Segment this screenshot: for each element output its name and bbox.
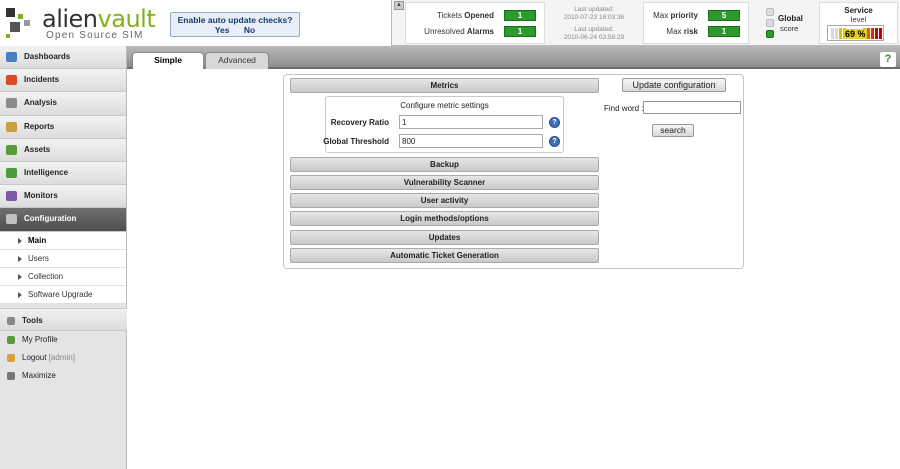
sidebar-subitem-collection[interactable]: Collection — [0, 267, 126, 287]
triangle-right-icon — [18, 255, 22, 262]
sidebar-subitem-software-upgrade[interactable]: Software Upgrade — [0, 286, 126, 305]
recovery-ratio-input[interactable] — [399, 115, 543, 129]
auto-update-no-link[interactable]: No — [244, 25, 255, 35]
sidebar-item-tools[interactable]: Tools — [0, 308, 127, 331]
tickets-box: Tickets Opened 1 Unresolved Alarms 1 — [405, 2, 545, 44]
sidebar-subitem-users[interactable]: Users — [0, 249, 126, 268]
sidebar-item-assets[interactable]: Assets — [0, 138, 126, 162]
sidebar-item-intelligence[interactable]: Intelligence — [0, 161, 126, 186]
header: alienvault Open Source SIM Enable auto u… — [0, 0, 900, 46]
find-word-label: Find word : — [604, 104, 644, 113]
section-updates[interactable]: Updates — [290, 230, 599, 245]
max-priority-value[interactable]: 5 — [708, 10, 740, 21]
maximize-link[interactable]: Maximize — [0, 367, 127, 385]
analysis-icon — [6, 98, 17, 109]
monitors-icon — [6, 191, 17, 202]
tab-advanced[interactable]: Advanced — [205, 52, 269, 69]
maximize-icon — [7, 372, 15, 380]
sidebar-item-dashboards[interactable]: Dashboards — [0, 46, 126, 70]
global-score-title: Global — [778, 14, 803, 23]
update-configuration-button[interactable]: Update configuration — [622, 78, 726, 92]
section-metrics[interactable]: Metrics — [290, 78, 599, 93]
sidebar-item-monitors[interactable]: Monitors — [0, 185, 126, 209]
unresolved-alarms-label: Unresolved Alarms — [424, 27, 494, 36]
intelligence-icon — [6, 167, 17, 178]
section-user-activity[interactable]: User activity — [290, 193, 599, 208]
section-backup[interactable]: Backup — [290, 157, 599, 172]
logo: alienvault Open Source SIM — [6, 5, 156, 41]
user-icon — [7, 336, 15, 344]
auto-update-question: Enable auto update checks? — [177, 15, 293, 25]
section-login-methods[interactable]: Login methods/options — [290, 211, 599, 226]
priority-box: Max priority 5 Max risk 1 — [643, 2, 749, 44]
last-updated-box: Last updated: 2010-07-23 16:03:36 Last u… — [547, 2, 641, 44]
sidebar: Dashboards Incidents Analysis Reports As… — [0, 46, 127, 469]
sidebar-subitem-main[interactable]: Main — [0, 231, 126, 250]
tab-simple[interactable]: Simple — [132, 52, 204, 69]
help-icon[interactable]: ? — [880, 52, 896, 67]
global-threshold-label: Global Threshold — [323, 137, 389, 146]
tools-icon — [7, 317, 15, 325]
help-question-icon[interactable]: ? — [549, 136, 560, 147]
auto-update-prompt: Enable auto update checks? Yes No — [170, 12, 300, 37]
alienvault-logo-mark — [6, 8, 40, 38]
help-question-icon[interactable]: ? — [549, 117, 560, 128]
find-word-input[interactable] — [643, 101, 741, 114]
tickets-opened-label: Tickets Opened — [436, 11, 494, 20]
tab-bar: Simple Advanced — [127, 46, 900, 69]
max-risk-value[interactable]: 1 — [708, 26, 740, 37]
last-updated-tickets: Last updated: 2010-07-23 16:03:36 — [563, 6, 625, 21]
assets-icon — [6, 144, 17, 155]
section-automatic-ticket-generation[interactable]: Automatic Ticket Generation — [290, 248, 599, 263]
recovery-ratio-label: Recovery Ratio — [330, 118, 389, 127]
triangle-right-icon — [18, 273, 22, 280]
logout-icon — [7, 354, 15, 362]
configuration-panel: Metrics Configure metric settings Recove… — [283, 74, 744, 269]
auto-update-yes-link[interactable]: Yes — [215, 25, 230, 35]
tickets-opened-value[interactable]: 1 — [504, 10, 536, 21]
incidents-icon — [6, 75, 17, 86]
metric-settings-caption: Configure metric settings — [400, 101, 489, 110]
logo-brand: alienvault — [42, 5, 156, 33]
service-level-percent: 69 % — [844, 29, 867, 39]
metric-settings-box: Configure metric settings Recovery Ratio… — [323, 96, 564, 153]
triangle-right-icon — [18, 292, 22, 299]
search-button[interactable]: search — [652, 124, 694, 137]
service-level-gauge: 69 % — [827, 25, 884, 41]
logo-subtitle: Open Source SIM — [46, 30, 144, 41]
section-vulnerability-scanner[interactable]: Vulnerability Scanner — [290, 175, 599, 190]
sidebar-item-configuration[interactable]: Configuration — [0, 208, 126, 232]
unresolved-alarms-value[interactable]: 1 — [504, 26, 536, 37]
service-level-box: Service level 69 % — [819, 2, 898, 44]
sidebar-item-analysis[interactable]: Analysis — [0, 92, 126, 116]
global-score-box: Global score — [760, 2, 816, 44]
collapse-arrow-icon[interactable]: ▲ — [394, 1, 404, 10]
global-score-subtitle: score — [780, 24, 799, 33]
max-priority-label: Max priority — [653, 11, 698, 20]
last-updated-alarms: Last updated: 2010-06-24 03:58:29 — [563, 26, 625, 41]
sidebar-item-reports[interactable]: Reports — [0, 115, 126, 139]
tools-group: Tools My Profile Logout [admin] Maximize — [0, 308, 127, 385]
configuration-icon — [6, 214, 17, 225]
max-risk-label: Max risk — [666, 27, 698, 36]
logout-link[interactable]: Logout [admin] — [0, 349, 127, 367]
global-threshold-input[interactable] — [399, 134, 543, 148]
service-level-subtitle: level — [850, 15, 867, 24]
sidebar-item-incidents[interactable]: Incidents — [0, 69, 126, 93]
logout-username: [admin] — [48, 353, 75, 362]
triangle-right-icon — [18, 237, 22, 244]
service-level-title: Service — [844, 6, 873, 15]
dashboard-icon — [6, 52, 17, 62]
my-profile-link[interactable]: My Profile — [0, 331, 127, 349]
reports-icon — [6, 121, 17, 132]
